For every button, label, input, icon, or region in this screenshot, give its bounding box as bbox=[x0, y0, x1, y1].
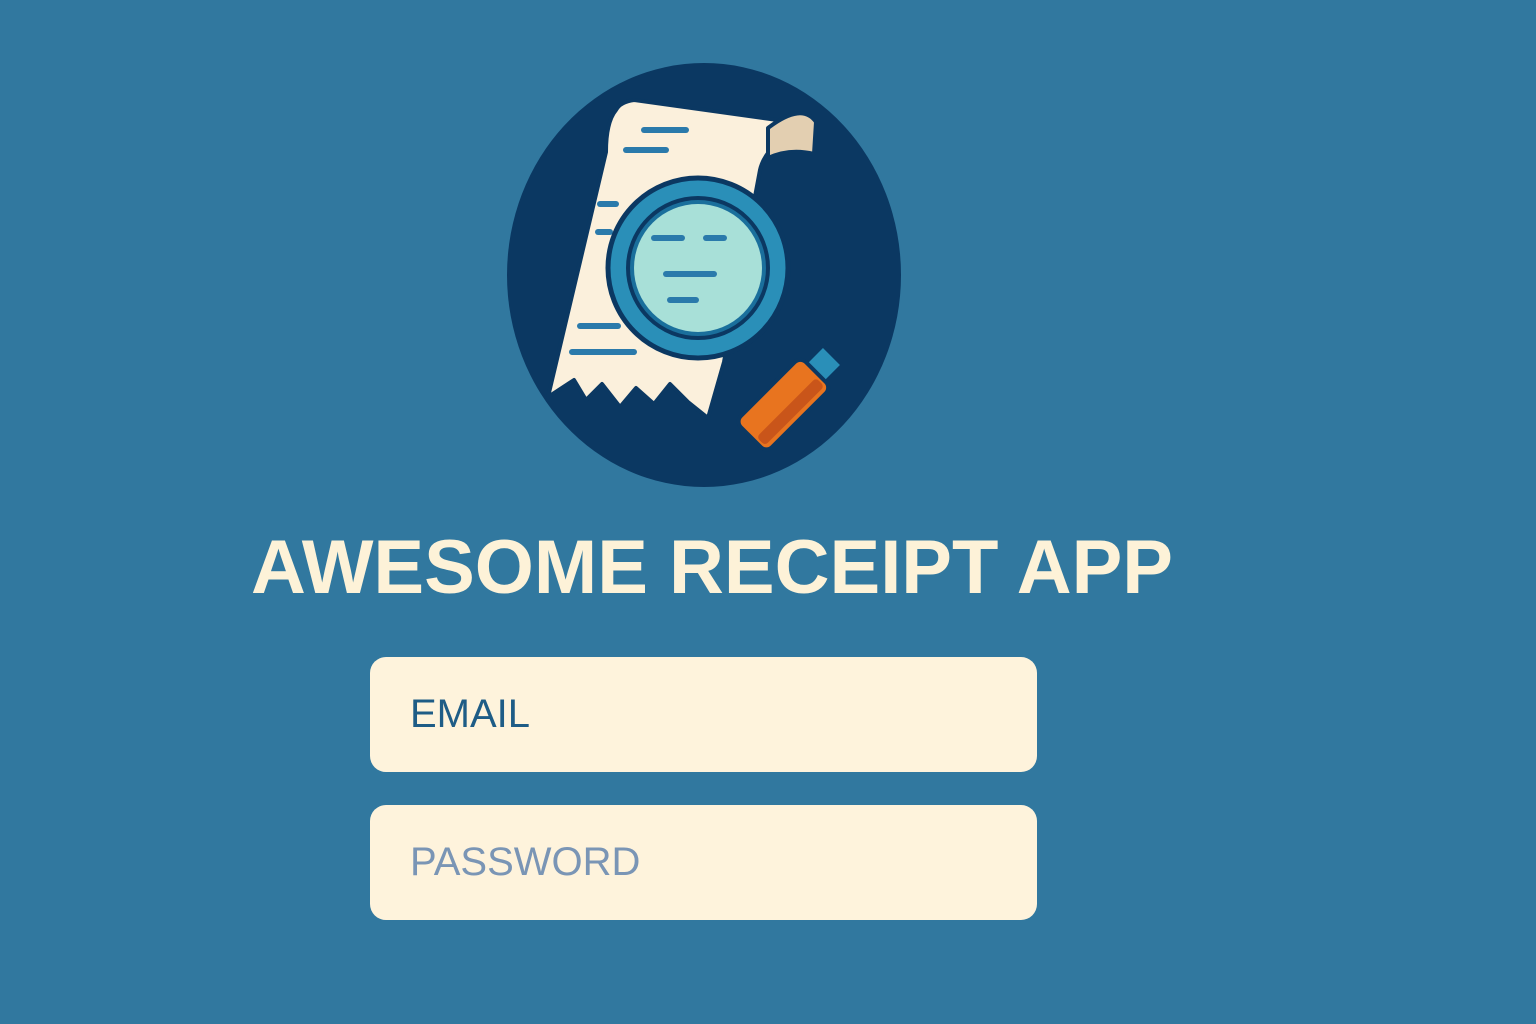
password-field[interactable] bbox=[370, 805, 1037, 920]
email-field[interactable] bbox=[370, 657, 1037, 772]
app-title: AWESOME RECEIPT APP bbox=[251, 525, 1173, 610]
login-screen: AWESOME RECEIPT APP bbox=[0, 0, 1536, 1024]
receipt-magnifier-icon bbox=[506, 62, 902, 488]
